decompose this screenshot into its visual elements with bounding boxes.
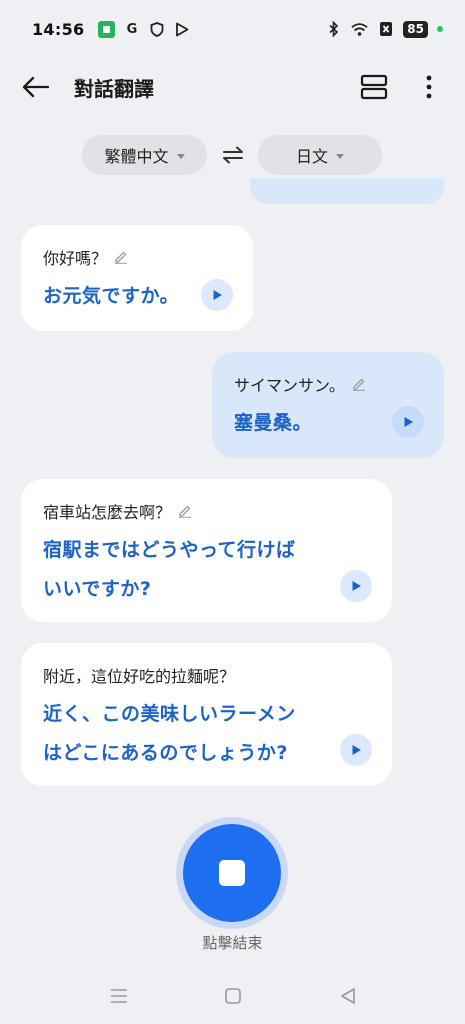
previous-message-bubble bbox=[250, 178, 444, 204]
translation-line: 近く、この美味しいラーメン bbox=[43, 703, 296, 725]
play-button[interactable] bbox=[340, 734, 372, 766]
play-icon bbox=[352, 745, 361, 755]
more-options-button[interactable] bbox=[416, 70, 442, 104]
menu-lines-icon bbox=[111, 989, 127, 1003]
back-button[interactable] bbox=[18, 71, 52, 103]
source-language-select[interactable]: 繁體中文 bbox=[82, 135, 207, 175]
more-vertical-icon bbox=[426, 75, 432, 99]
recents-button[interactable] bbox=[107, 984, 131, 1008]
layout-toggle-button[interactable] bbox=[356, 70, 392, 104]
source-text: サイマンサン。 bbox=[234, 376, 346, 395]
source-text-row: 附近，這位好吃的拉麵呢？ bbox=[43, 663, 370, 687]
edit-icon[interactable] bbox=[177, 503, 193, 519]
status-left: 14:56 G bbox=[32, 20, 190, 39]
status-time: 14:56 bbox=[32, 19, 85, 39]
source-text: 你好嗎？ bbox=[43, 249, 108, 268]
stop-recording-halo bbox=[176, 817, 288, 929]
battery-indicator: 85 bbox=[403, 20, 428, 38]
swap-languages-button[interactable] bbox=[219, 143, 247, 167]
source-text: 附近，這位好吃的拉麵呢？ bbox=[43, 667, 236, 686]
edit-icon[interactable] bbox=[351, 376, 367, 392]
app-badge-icon bbox=[98, 20, 116, 38]
message-bubble: 你好嗎？ お元気ですか。 bbox=[21, 225, 253, 331]
message-bubble: 宿車站怎麼去啊？ 宿駅まではどうやって行けば いいですか? bbox=[21, 479, 392, 622]
system-nav-bar bbox=[0, 980, 465, 1012]
play-button[interactable] bbox=[392, 406, 424, 438]
message-bubble: サイマンサン。 塞曼桑。 bbox=[212, 352, 444, 458]
play-icon bbox=[352, 581, 361, 591]
source-text-row: 宿車站怎麼去啊？ bbox=[43, 499, 370, 523]
play-store-icon bbox=[173, 21, 190, 38]
shield-icon bbox=[148, 21, 165, 38]
status-right: 85 bbox=[325, 20, 443, 38]
bluetooth-icon bbox=[325, 21, 342, 38]
google-icon: G bbox=[126, 21, 138, 37]
translation-text: 宿駅まではどうやって行けば いいですか? bbox=[43, 531, 370, 609]
message-bubble: 附近，這位好吃的拉麵呢？ 近く、この美味しいラーメン はどこにあるのでしょうか? bbox=[21, 643, 392, 786]
privacy-dot-icon bbox=[437, 26, 443, 32]
arrow-left-icon bbox=[22, 76, 49, 98]
play-icon bbox=[404, 417, 413, 427]
target-language-select[interactable]: 日文 bbox=[258, 135, 382, 175]
source-text-row: 你好嗎？ bbox=[43, 245, 231, 269]
status-bar: 14:56 G 85 bbox=[0, 0, 465, 58]
swap-icon bbox=[223, 146, 243, 164]
page-title: 對話翻譯 bbox=[74, 77, 154, 101]
caret-down-icon bbox=[336, 153, 344, 159]
home-button[interactable] bbox=[221, 984, 245, 1008]
edit-icon[interactable] bbox=[113, 249, 129, 265]
play-button[interactable] bbox=[201, 279, 233, 311]
app-bar: 對話翻譯 bbox=[0, 58, 465, 116]
source-text-row: サイマンサン。 bbox=[234, 372, 422, 396]
home-square-icon bbox=[225, 988, 241, 1004]
split-layout-icon bbox=[360, 74, 388, 100]
sim-off-icon bbox=[377, 21, 394, 38]
target-language-label: 日文 bbox=[295, 147, 328, 166]
source-language-label: 繁體中文 bbox=[104, 147, 169, 166]
stop-icon bbox=[219, 860, 245, 886]
translation-line: はどこにあるのでしょうか? bbox=[43, 742, 288, 764]
translation-line: 宿駅まではどうやって行けば bbox=[43, 539, 296, 561]
play-button[interactable] bbox=[340, 570, 372, 602]
stop-label: 點擊結束 bbox=[202, 934, 263, 952]
stop-recording-button[interactable] bbox=[183, 824, 281, 922]
source-text: 宿車站怎麼去啊？ bbox=[43, 503, 172, 522]
back-nav-button[interactable] bbox=[336, 984, 360, 1008]
back-triangle-icon bbox=[341, 988, 355, 1004]
translation-line: いいですか? bbox=[43, 578, 152, 600]
wifi-icon bbox=[351, 21, 368, 38]
play-icon bbox=[213, 290, 222, 300]
translation-text: 近く、この美味しいラーメン はどこにあるのでしょうか? bbox=[43, 695, 370, 773]
caret-down-icon bbox=[176, 153, 185, 159]
